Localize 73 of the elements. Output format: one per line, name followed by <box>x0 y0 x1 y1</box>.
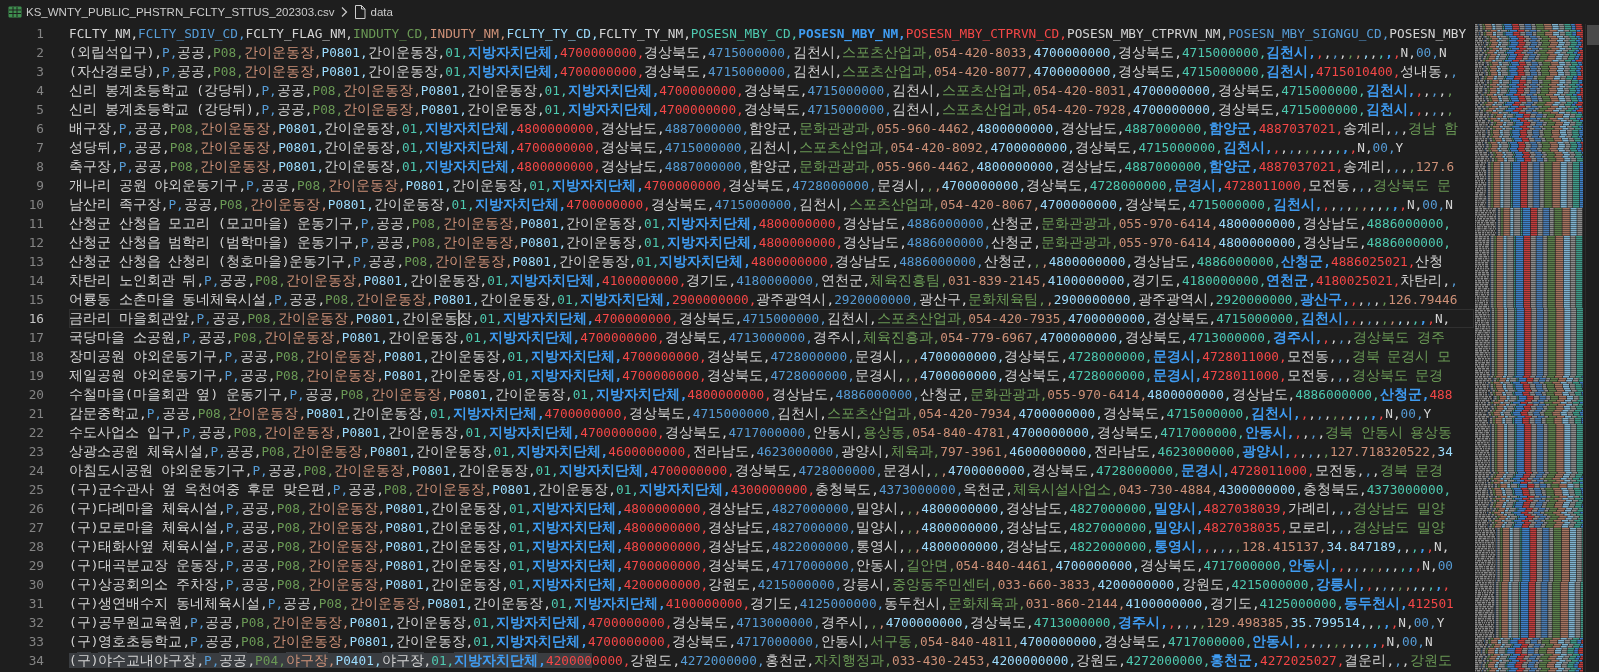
line-number: 17 <box>27 329 45 347</box>
code-line: (외립석입구),P,공공,P08,간이운동장,P0801,간이운동장,01,지방자치단체,4700000000,경상북도,4715000000,김천시,스포츠산업과,054-420-8033,4700000000,경상북도,4715000000,김천시,,,,,,,,,,,,N,00,N <box>69 45 1447 60</box>
table-icon <box>8 5 22 19</box>
code-line: 산청군 산청읍 범학리 (범학마을) 운동기구,P,공공,P08,간이운동장,P0801,간이운동장,01,지방자치단체,4800000000,경상남도,4886000000,산청군,문화관광과,055-970-6414,4800000000,경상남도,4886000000, <box>69 235 1452 250</box>
line-number: 33 <box>27 633 45 651</box>
code-line: 수도사업소 입구,P,공공,P08,간이운동장,P0801,간이운동장,01,지방자치단체,4700000000,경상북도,4717000000,안동시,용상동,054-840-4781,4700000000,경상북도,4717000000,안동시,,,,,경북 안동시 용상동 <box>69 425 1453 440</box>
line-number: 15 <box>27 291 45 309</box>
code-line: (구)영호초등학교,P,공공,P08,간이운동장,P0801,간이운동장,01,지방자치단체,4700000000,경상북도,4717000000,안동시,서구동,054-840-4811,4700000000,경상북도,4717000000,안동시,,,,,,,,,,,,N,00,N <box>69 634 1433 649</box>
code-line: (구)생연배수지 동네체육시설,P,공공,P08,간이운동장,P0801,간이운동장,01,지방자치단체,4100000000,경기도,4125000000,동두천시,문화체육과,031-860-2144,4100000000,경기도,4125000000,동두천시,412501 <box>69 596 1454 611</box>
line-number: 32 <box>27 614 45 632</box>
file-name-breadcrumb[interactable]: KS_WNTY_PUBLIC_PHSTRN_FCLTY_STTUS_202303.csv <box>26 6 335 18</box>
code-line: 개나리 공원 야외운동기구,P,공공,P08,간이운동장,P0801,간이운동장,01,지방자치단체,4700000000,경상북도,4728000000,문경시,,,4700000000,경상북도,4728000000,문경시,4728011000,모전동,,,경상북도 문 <box>69 178 1452 193</box>
line-number: 22 <box>27 424 45 442</box>
code-line: FCLTY_NM,FCLTY_SDIV_CD,FCLTY_FLAG_NM,INDUTY_CD,INDUTY_NM,FCLTY_TY_CD,FCLTY_TY_NM,POSESN_MBY_CD,POSESN_MBY_NM,POSESN_MBY_CTPRVN_CD,POSESN_MBY_CTPRVN_NM,POSESN_MBY_SIGNGU_CD,POSESN_MBY <box>69 26 1467 41</box>
line-number: 4 <box>35 82 45 100</box>
line-number: 12 <box>27 234 45 252</box>
line-number: 30 <box>27 576 45 594</box>
line-number: 28 <box>27 538 45 556</box>
file-icon <box>354 5 367 19</box>
code-line: (구)다례마을 체육시설,P,공공,P08,간이운동장,P0801,간이운동장,01,지방자치단체,4800000000,경상남도,4827000000,밀양시,,,4800000000,경상남도,4827000000,밀양시,4827038039,가례리,,,경상남도 밀양 <box>69 501 1445 516</box>
line-number: 29 <box>27 557 45 575</box>
line-number: 18 <box>27 348 45 366</box>
line-number: 26 <box>27 500 45 518</box>
code-line: (구)상공회의소 주차장,P,공공,P08,간이운동장,P0801,간이운동장,01,지방자치단체,4200000000,강원도,4215000000,강릉시,중앙동주민센터,033-660-3833,4200000000,강원도,4215000000,강릉시,,,,,,,,,,,, <box>69 577 1451 592</box>
code-line: 장미공원 야외운동기구,P,공공,P08,간이운동장,P0801,간이운동장,01,지방자치단체,4700000000,경상북도,4728000000,문경시,,,4700000000,경상북도,4728000000,문경시,4728011000,모전동,,,경북 문경시 모 <box>69 349 1452 364</box>
line-number: 11 <box>27 215 45 233</box>
line-number: 3 <box>35 63 45 81</box>
code-line: 성당뒤,P,공공,P08,간이운동장,P0801,간이운동장,01,지방자치단체,4700000000,경상북도,4715000000,김천시,스포츠산업과,054-420-8092,4700000000,경상북도,4715000000,김천시,,,,,,,,,,,,N,00,Y <box>69 140 1404 155</box>
code-line: (구)태화사옆 체육시설,P,공공,P08,간이운동장,P0801,간이운동장,01,지방자치단체,4800000000,경상남도,4822000000,통영시,,,4800000000,경상남도,4822000000,통영시,,,,,,128.415137,34.847189,,,,,N, <box>69 539 1450 554</box>
code-line: 국당마을 소공원,P,공공,P08,간이운동장,P0801,간이운동장,01,지방자치단체,4700000000,경상북도,4713000000,경주시,체육진흥과,054-779-6967,4700000000,경상북도,4713000000,경주시,,,,,경상북도 경주 <box>69 330 1445 345</box>
line-number: 13 <box>27 253 45 271</box>
code-line: 산청군 산청읍 모고리 (모고마을) 운동기구,P,공공,P08,간이운동장,P0801,간이운동장,01,지방자치단체,4800000000,경상남도,4886000000,산청군,문화관광과,055-970-6414,4800000000,경상남도,4886000000, <box>69 216 1452 231</box>
code-line: 산청군 산청읍 산청리 (청호마을)운동기구,P,공공,P08,간이운동장,P0801,간이운동장,01,지방자치단체,4800000000,경상남도,4886000000,산청군,,,4800000000,경상남도,4886000000,산청군,4886025021,산청 <box>69 254 1444 269</box>
code-line: (구)모로마을 체육시설,P,공공,P08,간이운동장,P0801,간이운동장,01,지방자치단체,4800000000,경상남도,4827000000,밀양시,,,4800000000,경상남도,4827000000,밀양시,4827038035,모로리,,,경상남도 밀양 <box>69 520 1445 535</box>
line-number: 31 <box>27 595 45 613</box>
line-number: 23 <box>27 443 45 461</box>
line-number: 14 <box>27 272 45 290</box>
section-breadcrumb[interactable]: data <box>370 6 393 18</box>
code-line: 축구장,P,공공,P08,간이운동장,P0801,간이운동장,01,지방자치단체,4800000000,경상남도,4887000000,함양군,문화관광과,055-960-4462,4800000000,경상남도,4887000000,함양군,4887037021,송계리,,,,127.6 <box>69 159 1455 174</box>
line-number: 25 <box>27 481 45 499</box>
code-line: 신리 봉계초등학교 (강당뒤),P,공공,P08,간이운동장,P0801,간이운동장,01,지방자치단체,4700000000,경상북도,4715000000,김천시,스포츠산업과,054-420-7928,4700000000,경상북도,4715000000,김천시,,,,,, <box>69 102 1454 117</box>
code-line: 감문중학교,P,공공,P08,간이운동장,P0801,간이운동장,01,지방자치단체,4700000000,경상북도,4715000000,김천시,스포츠산업과,054-420-7934,4700000000,경상북도,4715000000,김천시,,,,,,,,,,,,N,00,Y <box>69 406 1432 421</box>
line-number: 6 <box>35 120 45 138</box>
vertical-scrollbar[interactable] <box>1585 24 1599 672</box>
line-number: 24 <box>27 462 45 480</box>
code-line: 아침도시공원 야외운동기구,P,공공,P08,간이운동장,P0801,간이운동장,01,지방자치단체,4700000000,경상북도,4728000000,문경시,,,4700000000,경상북도,4728000000,문경시,4728011000,모전동,,,경북 문경 <box>69 463 1444 478</box>
line-number: 16 <box>27 310 45 328</box>
code-line: 제일공원 야외운동기구,P,공공,P08,간이운동장,P0801,간이운동장,01,지방자치단체,4700000000,경상북도,4728000000,문경시,,,4700000000,경상북도,4728000000,문경시,4728011000,모전동,,,경상북도 문경 <box>69 368 1444 383</box>
code-line: (자산경로당),P,공공,P08,간이운동장,P0801,간이운동장,01,지방자치단체,4700000000,경상북도,4715000000,김천시,스포츠산업과,054-420-8077,4700000000,경상북도,4715000000,김천시,4715010400,성내동,, <box>69 64 1458 79</box>
line-number: 10 <box>27 196 45 214</box>
code-line: 상광소공원 체육시설,P,공공,P08,간이운동장,P0801,간이운동장,01,지방자치단체,4600000000,전라남도,4623000000,광양시,체육과,797-3961,4600000000,전라남도,4623000000,광양시,,,,,,127.718320522,34 <box>69 444 1453 459</box>
line-number: 8 <box>35 158 45 176</box>
code-line: 배구장,P,공공,P08,간이운동장,P0801,간이운동장,01,지방자치단체,4800000000,경상남도,4887000000,함양군,문화관광과,055-960-4462,4800000000,경상남도,4887000000,함양군,4887037021,송계리,,,경남 함 <box>69 121 1458 136</box>
code-line: 어룡동 소촌마을 동네체육시설,P,공공,P08,간이운동장,P0801,간이운동장,01,지방자치단체,2900000000,광주광역시,2920000000,광산구,문화체육팀,,2900000000,광주광역시,2920000000,광산구,,,,,,126.79446 <box>69 292 1458 307</box>
line-number: 27 <box>27 519 45 537</box>
code-line: 차탄리 노인회관 뒤,P,공공,P08,간이운동장,P0801,간이운동장,01,지방자치단체,4100000000,경기도,4180000000,연천군,체육진흥팀,031-839-2145,4100000000,경기도,4180000000,연천군,4180025021,차탄리,, <box>69 273 1458 288</box>
line-number: 2 <box>35 44 45 62</box>
code-line: 남산리 족구장,P,공공,P08,간이운동장,P0801,간이운동장,01,지방자치단체,4700000000,경상북도,4715000000,김천시,스포츠산업과,054-420-8067,4700000000,경상북도,4715000000,김천시,,,,,,,,,,,,N,00,N <box>69 197 1453 212</box>
line-number: 5 <box>35 101 45 119</box>
line-number: 34 <box>27 652 45 670</box>
line-number: 19 <box>27 367 45 385</box>
code-line: (구)대곡분교장 운동장,P,공공,P08,간이운동장,P0801,간이운동장,01,지방자치단체,4700000000,경상북도,4717000000,안동시,길안면,054-840-4461,4700000000,경상북도,4717000000,안동시,,,,,,,,,,,,N,00 <box>69 558 1453 573</box>
code-line: 신리 봉계초등학교 (강당뒤),P,공공,P08,간이운동장,P0801,간이운동장,01,지방자치단체,4700000000,경상북도,4715000000,김천시,스포츠산업과,054-420-8031,4700000000,경상북도,4715000000,김천시,,,,,, <box>69 83 1454 98</box>
line-number: 1 <box>35 25 45 43</box>
code-line: (구)공무원교육원,P,공공,P08,간이운동장,P0801,간이운동장,01,지방자치단체,4700000000,경상북도,4713000000,경주시,,,4700000000,경상북도,4713000000,경주시,,,,,,129.498385,35.799514,,,,,N,00,Y <box>69 615 1445 630</box>
code-line: 수철마을(마을회관 옆) 운동기구,P,공공,P08,간이운동장,P0801,간이운동장,01,지방자치단체,4800000000,경상남도,4886000000,산청군,문화관광과,055-970-6414,4800000000,경상남도,4886000000,산청군,488 <box>69 387 1453 402</box>
line-number: 9 <box>35 177 45 195</box>
scrollbar-thumb[interactable] <box>1587 25 1599 45</box>
line-number: 20 <box>27 386 45 404</box>
line-number: 21 <box>27 405 45 423</box>
line-number: 7 <box>35 139 45 157</box>
code-line: (구)야수교내야구장,P,공공,P04,야구장,P0401,야구장,01,지방자치단체,4200000000,강원도,4272000000,홍천군,자치행정과,033-430-2453,4200000000,강원도,4272000000,홍천군,4272025027,결운리,,,강원도 <box>69 653 1452 668</box>
code-line: (구)군수관사 옆 옥천여중 후문 맞은편,P,공공,P08,간이운동장,P0801,간이운동장,01,지방자치단체,4300000000,충청북도,4373000000,옥천군,체육시설사업소,043-730-4884,4300000000,충청북도,4373000000, <box>69 482 1452 497</box>
